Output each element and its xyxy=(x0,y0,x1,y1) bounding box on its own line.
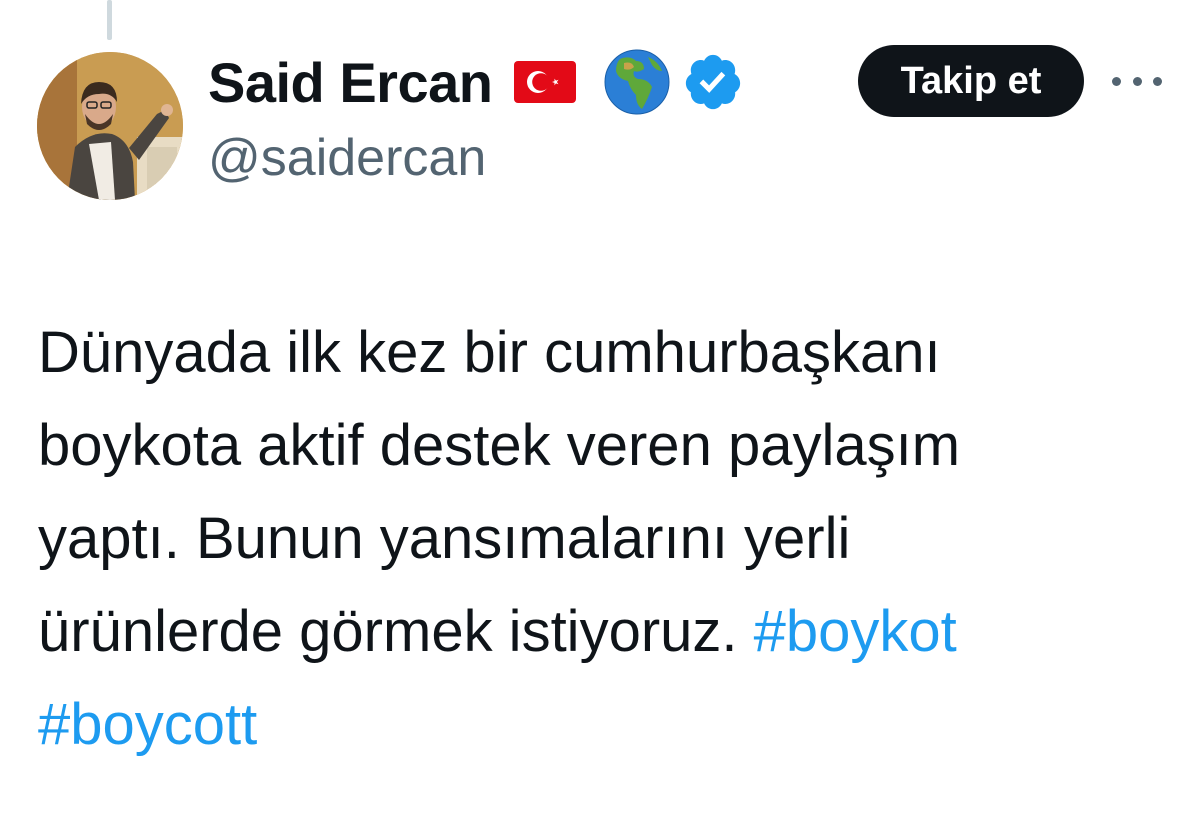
tweet-text-line: Dünyada ilk kez bir cumhurbaşkanı xyxy=(38,320,941,385)
turkey-flag-icon xyxy=(514,61,577,103)
avatar[interactable] xyxy=(37,52,183,200)
hashtag-link[interactable]: #boykot xyxy=(754,599,957,664)
dot xyxy=(1153,76,1162,86)
tweet-text-line: #boycott xyxy=(38,678,1178,771)
hashtag-link[interactable]: #boycott xyxy=(38,692,257,757)
tweet-text-line: yaptı. Bunun yansımalarını yerli xyxy=(38,506,851,571)
tweet-text-line: ürünlerde görmek istiyoruz. #boykot xyxy=(38,585,1178,678)
thread-connector-line xyxy=(107,0,112,40)
avatar-photo xyxy=(37,52,183,200)
tweet-text-line: boykota aktif destek veren paylaşım xyxy=(38,413,961,478)
author-display-name[interactable]: Said Ercan xyxy=(208,50,493,115)
tweet-text-segment: ürünlerde görmek istiyoruz. xyxy=(38,599,754,664)
author-handle[interactable]: @saidercan xyxy=(208,128,486,188)
dot xyxy=(1132,76,1142,86)
more-options-icon[interactable] xyxy=(1112,66,1162,96)
verified-badge-icon[interactable] xyxy=(682,51,744,113)
tweet-text: Dünyada ilk kez bir cumhurbaşkanı boykot… xyxy=(38,306,1178,771)
dot xyxy=(1112,76,1121,86)
follow-button[interactable]: Takip et xyxy=(858,45,1084,117)
globe-icon xyxy=(604,49,670,115)
author-name-row: Said Ercan xyxy=(208,44,744,120)
